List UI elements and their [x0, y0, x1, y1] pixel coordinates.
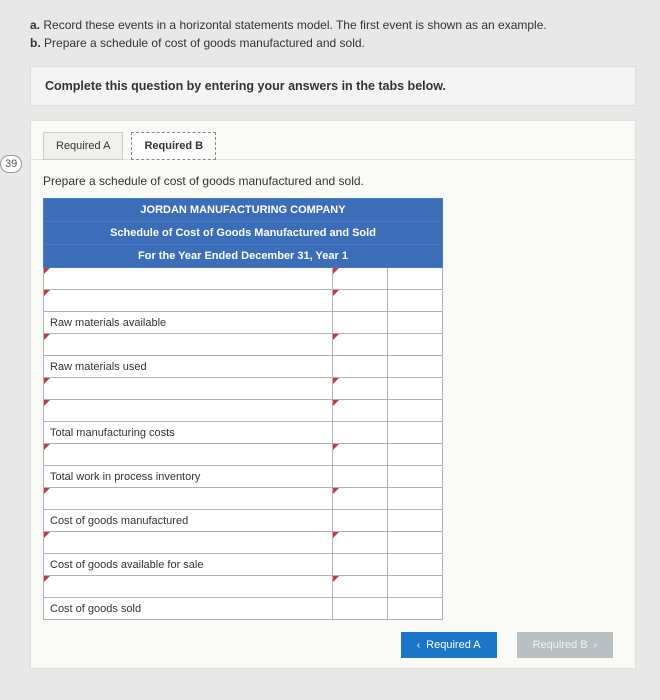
- cell-value[interactable]: [333, 576, 388, 598]
- question-label: b.: [30, 36, 41, 50]
- question-text: Prepare a schedule of cost of goods manu…: [44, 36, 365, 50]
- cell-value[interactable]: [388, 290, 443, 312]
- cell-value[interactable]: [333, 444, 388, 466]
- table-header-title: Schedule of Cost of Goods Manufactured a…: [44, 222, 443, 245]
- table-row: Total manufacturing costs: [44, 422, 443, 444]
- cell-value[interactable]: [388, 488, 443, 510]
- question-item: b. Prepare a schedule of cost of goods m…: [30, 36, 636, 50]
- cell-label[interactable]: [44, 268, 333, 290]
- table-row: [44, 400, 443, 422]
- cell-value[interactable]: [333, 510, 388, 532]
- tab-description: Prepare a schedule of cost of goods manu…: [43, 174, 623, 188]
- table-row: [44, 268, 443, 290]
- cell-value[interactable]: [333, 290, 388, 312]
- cell-label[interactable]: Cost of goods manufactured: [44, 510, 333, 532]
- cell-value[interactable]: [388, 444, 443, 466]
- cell-value[interactable]: [333, 312, 388, 334]
- table-row: Cost of goods manufactured: [44, 510, 443, 532]
- table-row: [44, 532, 443, 554]
- cell-value[interactable]: [388, 334, 443, 356]
- table-row: [44, 576, 443, 598]
- cell-label[interactable]: [44, 378, 333, 400]
- table-row: Total work in process inventory: [44, 466, 443, 488]
- instruction-box: Complete this question by entering your …: [30, 66, 636, 106]
- cell-value[interactable]: [333, 356, 388, 378]
- question-item: a. Record these events in a horizontal s…: [30, 18, 636, 32]
- table-row: Raw materials available: [44, 312, 443, 334]
- schedule-table: JORDAN MANUFACTURING COMPANY Schedule of…: [43, 198, 443, 620]
- prev-label: Required A: [426, 639, 480, 651]
- cell-value[interactable]: [388, 598, 443, 620]
- next-label: Required B: [533, 639, 588, 651]
- table-row: [44, 378, 443, 400]
- table-row: Raw materials used: [44, 356, 443, 378]
- table-row: [44, 488, 443, 510]
- table-row: Cost of goods available for sale: [44, 554, 443, 576]
- cell-label[interactable]: [44, 334, 333, 356]
- cell-value[interactable]: [388, 510, 443, 532]
- tab-bar: Required A Required B: [30, 120, 636, 159]
- cell-value[interactable]: [388, 422, 443, 444]
- cell-value[interactable]: [333, 532, 388, 554]
- cell-label[interactable]: [44, 532, 333, 554]
- cell-value[interactable]: [333, 378, 388, 400]
- chevron-left-icon: ‹: [417, 640, 420, 651]
- cell-label[interactable]: Total work in process inventory: [44, 466, 333, 488]
- content-area: a. Record these events in a horizontal s…: [0, 0, 660, 669]
- cell-value[interactable]: [388, 554, 443, 576]
- question-label: a.: [30, 18, 40, 32]
- table-row: Cost of goods sold: [44, 598, 443, 620]
- cell-label[interactable]: Raw materials available: [44, 312, 333, 334]
- cell-value[interactable]: [333, 268, 388, 290]
- cell-value[interactable]: [333, 554, 388, 576]
- cell-value[interactable]: [333, 466, 388, 488]
- cell-value[interactable]: [388, 466, 443, 488]
- table-row: [44, 290, 443, 312]
- cell-label[interactable]: Cost of goods sold: [44, 598, 333, 620]
- cell-value[interactable]: [333, 400, 388, 422]
- cell-label[interactable]: Total manufacturing costs: [44, 422, 333, 444]
- table-header-period: For the Year Ended December 31, Year 1: [44, 245, 443, 268]
- cell-value[interactable]: [333, 334, 388, 356]
- cell-value[interactable]: [333, 488, 388, 510]
- cell-value[interactable]: [388, 312, 443, 334]
- prev-button[interactable]: ‹ Required A: [401, 632, 497, 658]
- cell-label[interactable]: [44, 576, 333, 598]
- cell-label[interactable]: [44, 400, 333, 422]
- chevron-right-icon: ›: [594, 640, 597, 651]
- question-number-badge: 39: [0, 155, 22, 173]
- tab-required-b[interactable]: Required B: [131, 132, 216, 160]
- cell-value[interactable]: [388, 576, 443, 598]
- cell-label[interactable]: [44, 488, 333, 510]
- question-list: a. Record these events in a horizontal s…: [30, 18, 636, 50]
- cell-label[interactable]: [44, 444, 333, 466]
- cell-value[interactable]: [388, 268, 443, 290]
- cell-value[interactable]: [388, 532, 443, 554]
- table-row: [44, 334, 443, 356]
- tab-panel: Prepare a schedule of cost of goods manu…: [30, 159, 636, 669]
- cell-value[interactable]: [388, 356, 443, 378]
- cell-label[interactable]: Cost of goods available for sale: [44, 554, 333, 576]
- question-text: Record these events in a horizontal stat…: [43, 18, 546, 32]
- tab-required-a[interactable]: Required A: [43, 132, 123, 160]
- table-body: Raw materials available Raw materials us…: [44, 268, 443, 620]
- cell-value[interactable]: [333, 598, 388, 620]
- next-button[interactable]: Required B ›: [517, 632, 613, 658]
- cell-value[interactable]: [388, 378, 443, 400]
- cell-value[interactable]: [388, 400, 443, 422]
- table-row: [44, 444, 443, 466]
- cell-label[interactable]: [44, 290, 333, 312]
- nav-buttons: ‹ Required A Required B ›: [43, 632, 623, 658]
- cell-label[interactable]: Raw materials used: [44, 356, 333, 378]
- table-header-company: JORDAN MANUFACTURING COMPANY: [44, 199, 443, 222]
- cell-value[interactable]: [333, 422, 388, 444]
